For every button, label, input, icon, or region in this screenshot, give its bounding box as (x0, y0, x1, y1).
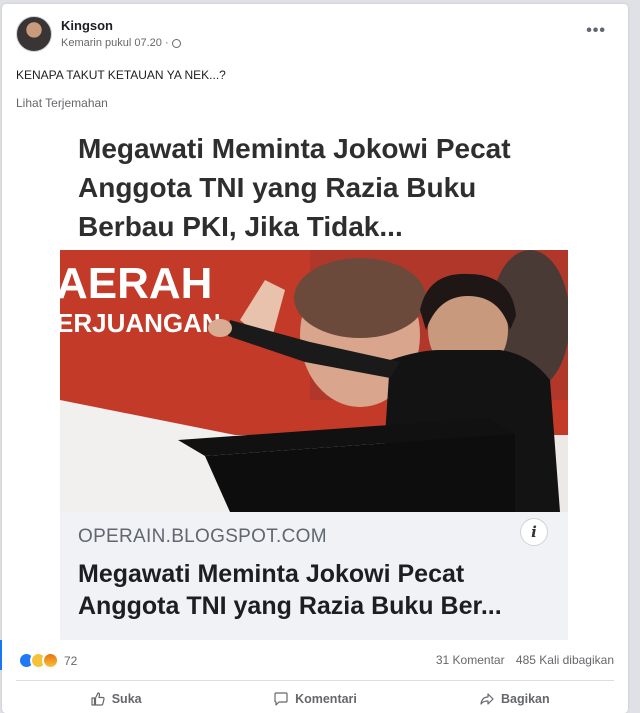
post-card: Kingson Kemarin pukul 07.20 · ••• KENAPA… (2, 4, 628, 713)
globe-icon (171, 38, 181, 48)
share-label: Bagikan (501, 692, 550, 706)
photo-sign-2: ERJUANGAN (60, 308, 221, 338)
info-button[interactable]: i (520, 518, 548, 546)
share-button[interactable]: Bagikan (415, 686, 614, 712)
divider (16, 680, 614, 681)
window-edge-accent (0, 640, 2, 670)
avatar[interactable] (16, 16, 52, 52)
like-label: Suka (111, 692, 142, 706)
photo-illustration: AERAH ERJUANGAN (60, 250, 568, 512)
more-options-button[interactable]: ••• (586, 22, 606, 40)
link-domain: OPERAIN.BLOGSPOT.COM (78, 526, 327, 547)
comment-button[interactable]: Komentari (215, 686, 414, 712)
thumbs-up-icon (91, 692, 105, 706)
timestamp-text[interactable]: Kemarin pukul 07.20 · (61, 37, 169, 49)
share-count[interactable]: 485 Kali dibagikan (516, 653, 614, 667)
reaction-count: 72 (64, 653, 78, 668)
link-title[interactable]: Megawati Meminta Jokowi Pecat Anggota TN… (78, 558, 558, 622)
comment-label: Komentari (295, 692, 357, 706)
like-button[interactable]: Suka (16, 686, 215, 712)
link-info[interactable]: OPERAIN.BLOGSPOT.COM i Megawati Meminta … (60, 512, 568, 640)
post-timestamp: Kemarin pukul 07.20 · (61, 37, 181, 49)
embed-headline: Megawati Meminta Jokowi Pecat Anggota TN… (78, 133, 511, 242)
comment-count[interactable]: 31 Komentar (436, 653, 505, 667)
action-bar: Suka Komentari Bagikan (16, 686, 614, 712)
post-header: Kingson Kemarin pukul 07.20 · (16, 16, 181, 52)
angry-reaction-icon (42, 652, 59, 669)
see-translation-link[interactable]: Lihat Terjemahan (16, 96, 108, 110)
post-text: KENAPA TAKUT KETAUAN YA NEK...? (16, 68, 226, 82)
share-icon (480, 693, 494, 705)
article-photo[interactable]: AERAH ERJUANGAN (60, 250, 568, 512)
reaction-summary[interactable]: 72 (18, 652, 77, 669)
author-name[interactable]: Kingson (61, 18, 181, 33)
photo-sign-1: AERAH (60, 259, 212, 308)
post-stats: 72 31 Komentar 485 Kali dibagikan (14, 650, 614, 672)
link-preview[interactable]: Megawati Meminta Jokowi Pecat Anggota TN… (60, 124, 568, 640)
comment-icon (274, 692, 288, 706)
